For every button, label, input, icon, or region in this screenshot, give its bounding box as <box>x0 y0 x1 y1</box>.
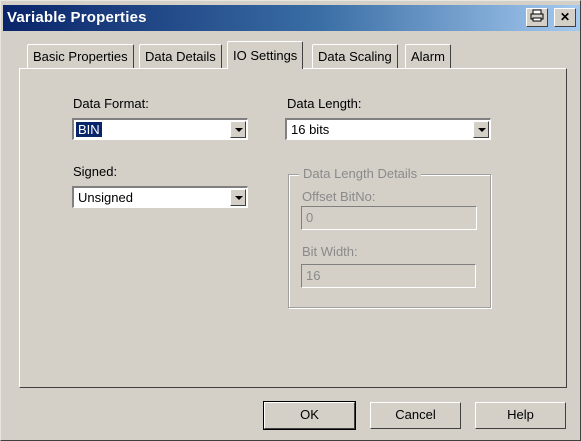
signed-value: Unsigned <box>78 190 133 205</box>
tab-alarm[interactable]: Alarm <box>405 44 451 68</box>
group-title: Data Length Details <box>299 166 422 181</box>
data-length-label: Data Length: <box>287 96 362 111</box>
tab-basic-properties[interactable]: Basic Properties <box>27 44 134 68</box>
bit-width-label: Bit Width: <box>302 244 358 259</box>
tab-data-scaling[interactable]: Data Scaling <box>312 44 398 68</box>
help-button[interactable]: Help <box>475 402 566 429</box>
offset-bitno-value: 0 <box>306 210 314 225</box>
tab-label: IO Settings <box>233 48 298 63</box>
dialog-window: Variable Properties ✕ Basic Properties D… <box>0 0 581 441</box>
data-format-label: Data Format: <box>73 96 149 111</box>
chevron-down-icon[interactable] <box>473 121 489 138</box>
printer-icon[interactable] <box>526 8 548 27</box>
tab-label: Data Scaling <box>318 49 392 64</box>
close-icon[interactable]: ✕ <box>554 8 576 27</box>
tab-label: Alarm <box>411 49 445 64</box>
window-title: Variable Properties <box>7 9 147 26</box>
bit-width-field: 16 <box>301 264 476 288</box>
tab-data-details[interactable]: Data Details <box>139 44 222 68</box>
chevron-down-icon[interactable] <box>230 121 246 138</box>
ok-button[interactable]: OK <box>263 401 356 430</box>
tab-label: Data Details <box>145 49 216 64</box>
bit-width-value: 16 <box>306 268 321 283</box>
cancel-button[interactable]: Cancel <box>370 402 461 429</box>
signed-select[interactable]: Unsigned <box>72 186 248 208</box>
data-length-select[interactable]: 16 bits <box>285 118 491 140</box>
offset-bitno-field: 0 <box>301 206 477 230</box>
data-format-value: BIN <box>76 122 102 137</box>
title-bar[interactable]: Variable Properties ✕ <box>3 5 580 31</box>
tab-label: Basic Properties <box>33 49 128 64</box>
data-format-select[interactable]: BIN <box>72 118 248 140</box>
tab-io-settings[interactable]: IO Settings <box>227 41 304 69</box>
offset-bitno-label: Offset BitNo: <box>302 189 376 204</box>
signed-label: Signed: <box>73 164 118 179</box>
data-length-value: 16 bits <box>291 122 330 137</box>
chevron-down-icon[interactable] <box>230 189 246 206</box>
